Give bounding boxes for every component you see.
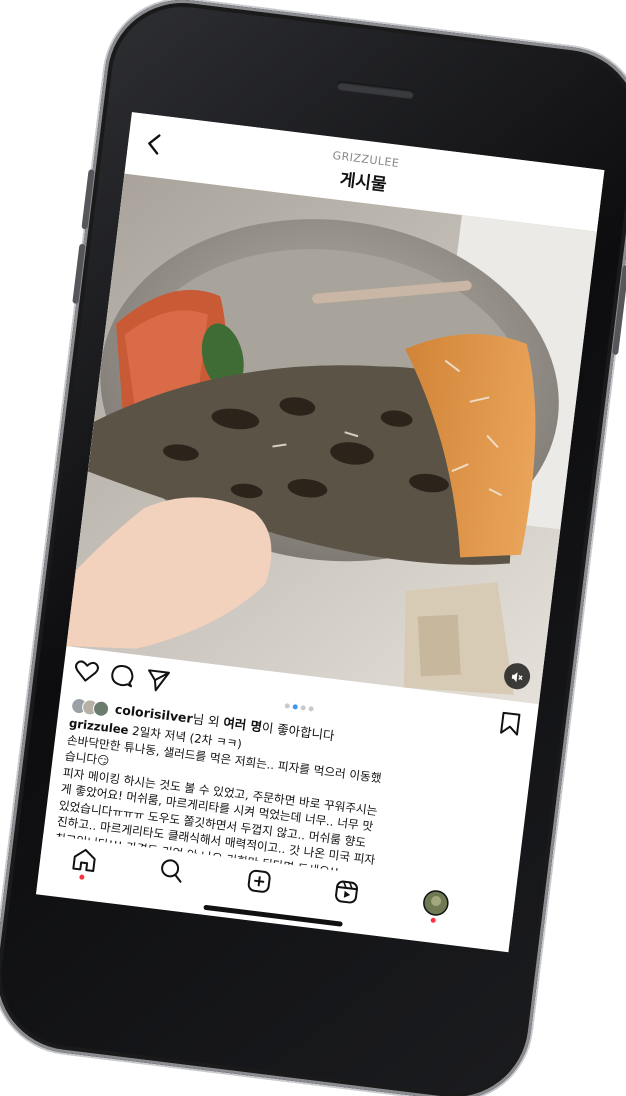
volume-button — [72, 243, 86, 304]
pizza-photo — [66, 173, 597, 705]
profile-avatar[interactable] — [420, 887, 451, 924]
likes-others[interactable]: 여러 명 — [222, 715, 262, 735]
create-post-icon[interactable] — [244, 866, 275, 897]
send-icon[interactable] — [143, 666, 172, 695]
search-icon[interactable] — [156, 855, 187, 886]
reels-icon[interactable] — [331, 876, 362, 907]
liker-avatars — [70, 696, 112, 718]
home-icon[interactable] — [69, 844, 100, 880]
likes-text: 님 외 — [191, 711, 225, 730]
power-button — [612, 265, 626, 356]
heart-icon[interactable] — [72, 657, 101, 686]
page: GRIZZULEE 게시물 colorisilver님 외 여러 명이 좋아합니… — [0, 0, 626, 1096]
carousel-dot — [299, 705, 306, 711]
carousel-dot-active — [291, 704, 298, 710]
carousel-dot — [307, 705, 314, 712]
notification-dot — [79, 874, 85, 880]
carousel-dot — [283, 703, 290, 709]
bookmark-icon[interactable] — [497, 709, 524, 738]
phone-frame: GRIZZULEE 게시물 colorisilver님 외 여러 명이 좋아합니… — [0, 0, 626, 1096]
notification-dot — [430, 917, 437, 924]
comment-icon[interactable] — [108, 662, 137, 691]
app-screen: GRIZZULEE 게시물 colorisilver님 외 여러 명이 좋아합니… — [35, 112, 605, 953]
avatar — [92, 699, 111, 718]
volume-button — [81, 169, 95, 230]
post-photo[interactable] — [66, 173, 597, 705]
earpiece-speaker — [336, 80, 415, 100]
carousel-indicator — [267, 693, 331, 712]
